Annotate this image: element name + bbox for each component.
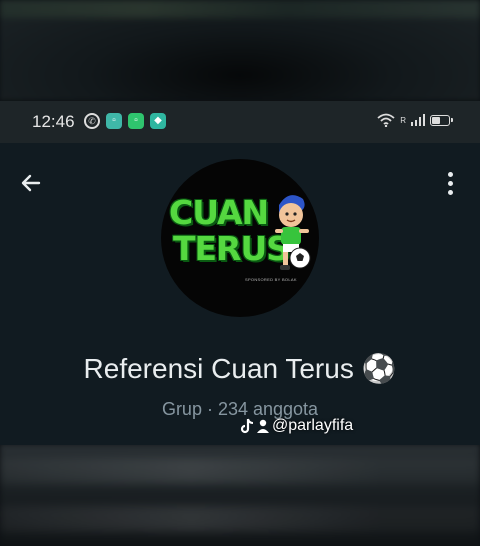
blurred-row (0, 458, 480, 484)
status-right: R (377, 113, 453, 127)
user-icon (257, 419, 269, 433)
shield-badge-icon: ◆ (150, 113, 166, 129)
notification-icons: ✆ ▫ ▫ ◆ (84, 113, 166, 129)
battery-fill (432, 116, 440, 124)
avatar-sponsor-text: SPONSORED BY BOLAK (245, 277, 297, 282)
watermark-handle: @parlayfifa (272, 417, 354, 434)
more-vertical-icon (447, 171, 453, 177)
blurred-background-bottom (0, 444, 480, 546)
blurred-row (0, 506, 480, 532)
group-avatar[interactable]: CUAN TERUS SPONSORED BY BOLAK (161, 159, 319, 317)
group-info-panel: CUAN TERUS SPONSORED BY BOLAK Referensi … (0, 143, 480, 445)
app-badge-icon: ▫ (128, 113, 144, 129)
blurred-background-top (0, 0, 480, 100)
back-button[interactable] (16, 168, 46, 198)
arrow-left-icon (21, 174, 41, 192)
more-options-button[interactable] (438, 168, 462, 198)
app-badge-icon: ▫ (106, 113, 122, 129)
wifi-icon (377, 113, 395, 127)
status-time: 12:46 (32, 112, 75, 131)
battery-icon (430, 114, 453, 126)
tiktok-icon (240, 418, 254, 434)
avatar-logo-text: CUAN (169, 193, 269, 232)
group-name: Referensi Cuan Terus ⚽ (83, 353, 397, 384)
soccer-ball-icon (289, 247, 311, 269)
status-bar: 12:46 ✆ ▫ ▫ ◆ R (0, 101, 480, 143)
whatsapp-icon: ✆ (84, 113, 100, 129)
tiktok-watermark: @parlayfifa (240, 417, 353, 435)
network-label: R (400, 115, 406, 125)
signal-icon (411, 114, 425, 126)
